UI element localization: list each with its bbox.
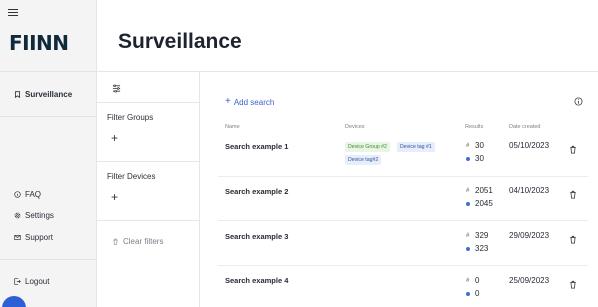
clear-filters-label: Clear filters xyxy=(123,237,164,246)
delete-trash-icon[interactable] xyxy=(569,235,577,244)
results-new: 0 xyxy=(466,289,479,298)
results-new-value: 0 xyxy=(475,289,480,298)
new-results-dot-icon xyxy=(466,201,470,206)
column-header-results: Results xyxy=(465,124,484,130)
date-created: 05/10/2023 xyxy=(509,141,550,150)
results-total-value: 0 xyxy=(475,276,480,285)
results-total: #0 xyxy=(466,276,479,285)
results-total: #329 xyxy=(466,231,488,240)
results-total: #30 xyxy=(466,141,484,150)
results-new: 30 xyxy=(466,154,484,163)
hash-icon: # xyxy=(466,277,470,284)
add-filter-device-button[interactable]: + xyxy=(111,191,118,203)
delete-trash-icon[interactable] xyxy=(569,280,577,289)
sidebar: FIINN Surveillance FAQ Settings Support … xyxy=(0,0,97,307)
search-name[interactable]: Search example 1 xyxy=(225,142,288,151)
date-created: 04/10/2023 xyxy=(509,186,550,195)
sidebar-item-label: Support xyxy=(25,233,54,242)
row-divider xyxy=(218,220,588,221)
sidebar-divider xyxy=(0,259,97,260)
filter-groups-label: Filter Groups xyxy=(107,113,154,122)
delete-trash-icon[interactable] xyxy=(569,190,577,199)
results-total-value: 2051 xyxy=(475,186,493,195)
gear-icon xyxy=(14,212,21,219)
device-group-tag: Device Group #2 xyxy=(345,142,390,152)
hash-icon: # xyxy=(466,232,470,239)
hash-icon: # xyxy=(466,187,470,194)
page-title: Surveillance xyxy=(118,30,242,53)
sidebar-item-faq[interactable]: FAQ xyxy=(14,190,41,199)
chat-bubble-button[interactable] xyxy=(2,296,26,307)
sidebar-item-settings[interactable]: Settings xyxy=(14,211,54,220)
plus-icon: + xyxy=(225,96,231,107)
clear-filters-button[interactable]: Clear filters xyxy=(112,237,163,246)
trash-icon xyxy=(113,238,118,245)
hash-icon: # xyxy=(466,142,470,149)
search-name[interactable]: Search example 3 xyxy=(225,232,288,241)
filters-divider xyxy=(97,220,200,221)
sidebar-item-surveillance[interactable]: Surveillance xyxy=(14,90,72,99)
logout-icon xyxy=(14,278,21,285)
logout-button[interactable]: Logout xyxy=(14,277,49,286)
results-total-value: 329 xyxy=(475,231,489,240)
new-results-dot-icon xyxy=(466,156,470,161)
device-tag: Device tag #1 xyxy=(397,142,435,152)
date-created: 25/09/2023 xyxy=(509,276,550,285)
search-name[interactable]: Search example 2 xyxy=(225,187,288,196)
results-total-value: 30 xyxy=(475,141,484,150)
row-divider xyxy=(218,265,588,266)
results-new-value: 2045 xyxy=(475,199,493,208)
menu-icon[interactable] xyxy=(8,9,18,19)
add-search-label: Add search xyxy=(233,97,275,107)
column-header-devices: Devices xyxy=(345,124,365,130)
filter-sliders-icon[interactable] xyxy=(112,84,121,93)
sidebar-item-support[interactable]: Support xyxy=(14,233,53,242)
sidebar-item-label: Surveillance xyxy=(25,90,73,99)
mail-icon xyxy=(14,235,21,240)
column-header-name: Name xyxy=(225,124,240,130)
results-total: #2051 xyxy=(466,186,493,195)
add-search-button[interactable]: + Add search xyxy=(225,97,274,107)
sidebar-item-label: Settings xyxy=(25,211,54,220)
bookmark-icon xyxy=(14,91,21,98)
results-new: 323 xyxy=(466,244,488,253)
sidebar-divider xyxy=(0,71,97,72)
column-header-date-created: Date created xyxy=(509,124,541,130)
date-created: 29/09/2023 xyxy=(509,231,550,240)
filters-panel: Filter Groups + Filter Devices + Clear f… xyxy=(97,72,200,307)
help-circle-icon xyxy=(14,191,21,198)
row-divider xyxy=(218,176,588,177)
device-tag: Device tag#2 xyxy=(345,155,382,165)
new-results-dot-icon xyxy=(466,246,470,251)
app-logo: FIINN xyxy=(9,31,69,55)
add-filter-group-button[interactable]: + xyxy=(111,132,118,144)
results-new: 2045 xyxy=(466,199,493,208)
results-new-value: 323 xyxy=(475,244,489,253)
search-name[interactable]: Search example 4 xyxy=(225,276,288,285)
logout-label: Logout xyxy=(25,277,50,286)
filters-divider xyxy=(97,102,200,103)
delete-trash-icon[interactable] xyxy=(569,145,577,154)
sidebar-item-label: FAQ xyxy=(25,190,42,199)
info-icon[interactable] xyxy=(574,97,583,106)
sidebar-divider xyxy=(0,116,97,117)
filters-divider xyxy=(97,161,200,162)
results-new-value: 30 xyxy=(475,154,484,163)
new-results-dot-icon xyxy=(466,291,470,296)
filter-devices-label: Filter Devices xyxy=(107,172,156,181)
